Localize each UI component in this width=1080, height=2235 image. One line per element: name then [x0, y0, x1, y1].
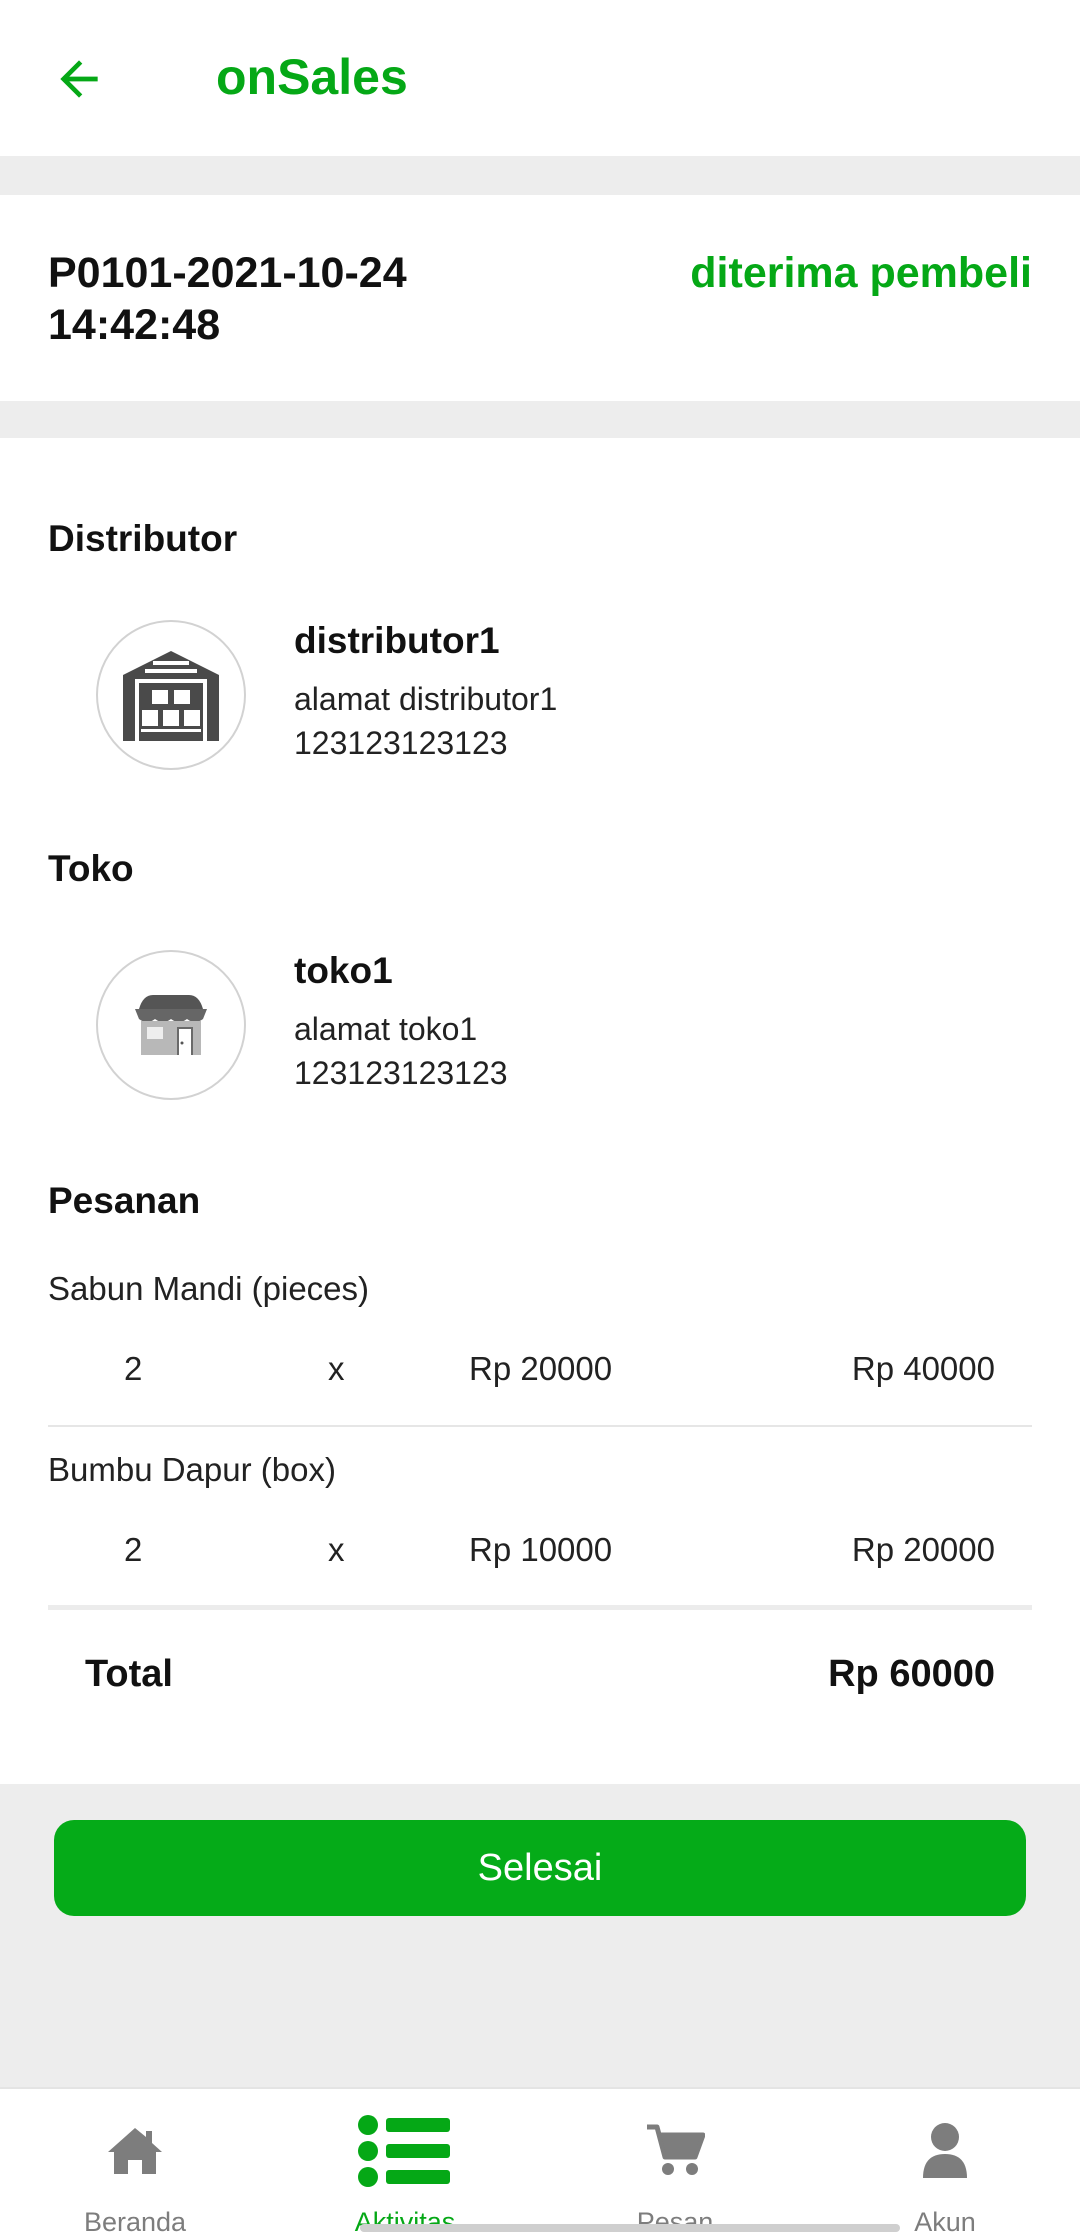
item-price: Rp 10000 — [469, 1531, 613, 1568]
order-detail-card: Distributor distributor1 alamat distribu… — [0, 438, 1080, 1784]
store-section-title: Toko — [48, 848, 134, 889]
item-name: Bumbu Dapur (box) — [48, 1451, 336, 1488]
cart-icon — [647, 2124, 705, 2175]
distributor-avatar — [96, 620, 246, 770]
app-title: onSales — [216, 49, 408, 105]
app-bar: onSales — [0, 0, 1080, 156]
item-price: Rp 20000 — [469, 1350, 613, 1387]
warehouse-icon — [123, 651, 219, 741]
nav-item-pesan[interactable]: Pesan — [540, 2089, 810, 2235]
nav-item-akun[interactable]: Akun — [810, 2089, 1080, 2235]
total-value: Rp 60000 — [828, 1653, 995, 1695]
store-phone: 123123123123 — [294, 1055, 508, 1091]
nav-label: Beranda — [83, 2207, 187, 2235]
divider — [48, 1605, 1032, 1610]
nav-item-beranda[interactable]: Beranda — [0, 2089, 270, 2235]
store-name: toko1 — [294, 950, 393, 991]
divider — [48, 1425, 1032, 1427]
order-status: diterima pembeli — [690, 249, 1032, 297]
item-times: x — [328, 1350, 345, 1387]
item-qty: 2 — [124, 1531, 143, 1568]
order-items-section-title: Pesanan — [48, 1180, 201, 1221]
nav-item-aktivitas[interactable]: Aktivitas — [270, 2089, 540, 2235]
home-indicator — [360, 2224, 900, 2232]
store-avatar — [96, 950, 246, 1100]
total-label: Total — [85, 1653, 173, 1695]
done-button[interactable]: Selesai — [54, 1820, 1026, 1916]
home-icon — [108, 2128, 162, 2174]
store-address: alamat toko1 — [294, 1011, 478, 1047]
distributor-address: alamat distributor1 — [294, 681, 558, 717]
bottom-nav: Beranda Aktivitas Pesan Akun — [0, 2087, 1080, 2235]
item-subtotal: Rp 20000 — [851, 1531, 995, 1568]
distributor-section-title: Distributor — [48, 518, 238, 559]
store-icon — [135, 995, 207, 1055]
order-header-card: P0101-2021-10-24 14:42:48 diterima pembe… — [0, 195, 1080, 401]
distributor-name: distributor1 — [294, 620, 500, 661]
order-id: P0101-2021-10-24 14:42:48 — [48, 249, 407, 349]
list-icon — [358, 2115, 450, 2187]
item-subtotal: Rp 40000 — [851, 1350, 995, 1387]
item-times: x — [328, 1531, 345, 1568]
back-button[interactable] — [38, 38, 120, 120]
arrow-left-icon — [60, 60, 98, 98]
distributor-phone: 123123123123 — [294, 725, 508, 761]
user-icon — [923, 2123, 967, 2178]
item-qty: 2 — [124, 1350, 143, 1387]
item-name: Sabun Mandi (pieces) — [48, 1270, 370, 1307]
